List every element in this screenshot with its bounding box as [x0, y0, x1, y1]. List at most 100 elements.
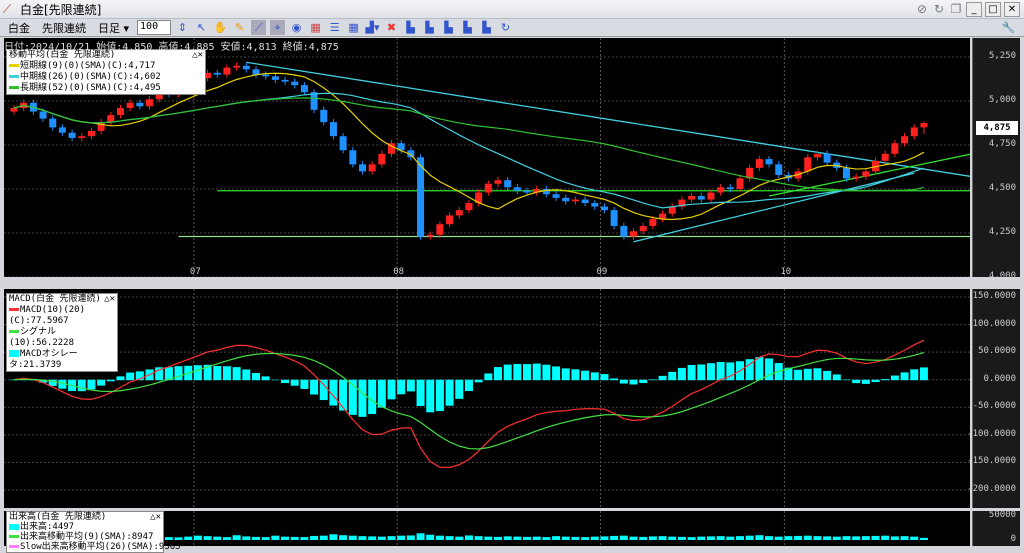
pointer-icon[interactable]: ↖: [194, 20, 209, 35]
candle-body: [775, 164, 783, 175]
macd-histogram-bar: [639, 379, 648, 384]
count-input[interactable]: 100: [137, 20, 172, 35]
chart-setting-icon[interactable]: ▦: [308, 20, 323, 35]
legend-controls[interactable]: △✕: [150, 512, 161, 522]
volume-bar: [484, 536, 493, 540]
close-button[interactable]: ✕: [1004, 2, 1020, 17]
volume-bar: [610, 535, 619, 540]
ma-legend-item: 短期線(9)(0)(SMA)(C):4,717: [9, 61, 203, 72]
axis-tick-label: 150.0000: [972, 291, 1016, 301]
link-icon[interactable]: ⊘: [915, 2, 929, 16]
toolbar: 白金 先限連続 日足 ▾ 100 ⇕ ↖ ✋ ✎ ⟋ ⌖ ◉ ▦ ☰ ▦ ▟▾ …: [0, 19, 1024, 37]
macd-pane[interactable]: [4, 289, 970, 508]
draw-icon[interactable]: ⟋: [251, 20, 267, 35]
macd-histogram-bar: [290, 379, 299, 386]
volume-bar: [910, 536, 919, 540]
volume-bar: [455, 536, 464, 540]
macd-histogram-bar: [861, 379, 870, 384]
candle-body: [417, 157, 425, 237]
candle-body: [281, 79, 289, 82]
bar-chart-icon[interactable]: ▟▾: [365, 20, 380, 35]
macd-histogram-bar: [716, 361, 725, 381]
grid-h-icon[interactable]: ☰: [327, 20, 342, 35]
legend-label: 出来高:4497: [20, 522, 75, 532]
candle-body: [242, 65, 250, 70]
volume-bar: [290, 536, 299, 540]
candle-body: [455, 210, 463, 216]
macd-histogram-bar: [503, 364, 512, 381]
hand-icon[interactable]: ✋: [213, 20, 228, 35]
macd-histogram-bar: [116, 376, 125, 381]
volume-bar: [658, 536, 667, 540]
volume-bar: [919, 537, 928, 540]
volume-bar: [213, 536, 222, 540]
macd-histogram-bar: [852, 379, 861, 384]
volume-bar: [561, 536, 570, 540]
macd-histogram-bar: [213, 366, 222, 381]
layout1-icon[interactable]: ▙: [403, 20, 418, 35]
volume-axis[interactable]: 50000 0: [972, 510, 1020, 546]
candle-body: [494, 180, 502, 184]
axis-tick-label: 4,500: [988, 183, 1016, 193]
volume-bar: [677, 536, 686, 540]
volume-bar: [232, 535, 241, 540]
macd-histogram-bar: [300, 379, 309, 389]
refresh-icon[interactable]: ↻: [932, 2, 946, 16]
candle-body: [310, 92, 318, 110]
restore-icon[interactable]: ❐: [949, 2, 963, 16]
grid-icon[interactable]: ▦: [346, 20, 361, 35]
delete-icon[interactable]: ✖: [384, 20, 399, 35]
volume-bar: [406, 535, 415, 540]
commodity-selector[interactable]: 白金: [4, 20, 34, 36]
macd-histogram-bar: [842, 379, 851, 381]
candle-body: [571, 199, 579, 202]
legend-controls[interactable]: △✕: [104, 294, 115, 305]
layout4-icon[interactable]: ▙: [460, 20, 475, 35]
layout2-icon[interactable]: ▙: [422, 20, 437, 35]
volume-bar: [639, 536, 648, 540]
volume-bar: [581, 537, 590, 540]
price-axis[interactable]: 5,250 5,000 4,750 4,500 4,250 4,000: [972, 38, 1020, 281]
candle-body: [291, 81, 299, 86]
wrench-icon[interactable]: 🔧: [1001, 20, 1016, 35]
macd-histogram-bar: [261, 376, 270, 381]
layout3-icon[interactable]: ▙: [441, 20, 456, 35]
candle-body: [920, 123, 928, 128]
crosshair-icon[interactable]: ⌖: [270, 20, 286, 35]
scroll-icon[interactable]: ◉: [289, 20, 304, 35]
maximize-button[interactable]: □: [985, 2, 1001, 17]
candle-body: [765, 159, 773, 165]
macd-legend-item: シグナル(10):56.2228: [9, 327, 115, 349]
macd-histogram-bar: [832, 374, 841, 381]
pencil-icon[interactable]: ✎: [232, 20, 247, 35]
macd-histogram-bar: [358, 379, 367, 417]
candle-body: [339, 136, 347, 151]
axis-tick-label: 0: [1010, 534, 1016, 544]
volume-bar: [203, 536, 212, 540]
macd-histogram-bar: [590, 372, 599, 381]
candle-body: [252, 69, 260, 75]
layout5-icon[interactable]: ▙: [479, 20, 494, 35]
macd-histogram-bar: [552, 366, 561, 381]
contract-selector[interactable]: 先限連続: [38, 20, 90, 36]
swatch: [9, 75, 19, 78]
macd-histogram-bar: [97, 379, 106, 386]
candle-body: [436, 224, 444, 235]
macd-axis[interactable]: 150.0000 100.0000 50.0000 0.0000 -50.0000 -10…: [967, 289, 1020, 508]
macd-histogram-bar: [435, 379, 444, 412]
count-stepper[interactable]: ⇕: [175, 20, 190, 35]
swatch: [9, 86, 19, 89]
candle-body: [300, 85, 308, 93]
candle-body: [688, 196, 696, 200]
macd-histogram-bar: [445, 379, 454, 406]
macd-histogram-bar: [416, 379, 425, 407]
volume-bar: [271, 535, 280, 540]
volume-bar: [726, 536, 735, 540]
month-label: 08: [393, 267, 404, 277]
axis-tick-label: 50.0000: [978, 346, 1016, 357]
candle-body: [639, 225, 647, 232]
reload-icon[interactable]: ↻: [498, 20, 513, 35]
minimize-button[interactable]: _: [966, 2, 982, 17]
period-dropdown[interactable]: 日足 ▾: [94, 20, 133, 36]
candle-body: [426, 234, 434, 237]
